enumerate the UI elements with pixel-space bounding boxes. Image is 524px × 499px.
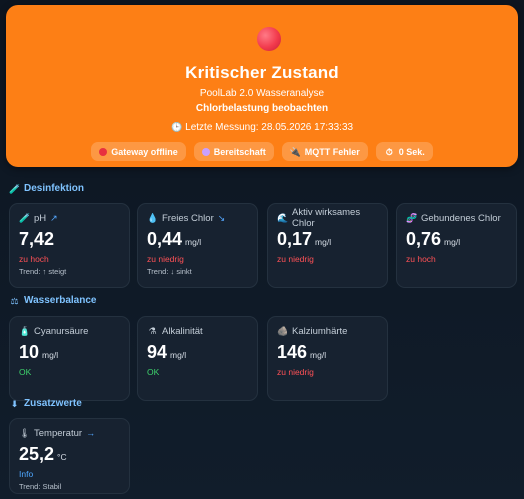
last-measurement-text: Letzte Messung: 28.05.2026 17:33:33 bbox=[185, 122, 354, 133]
card-calcium-hardness[interactable]: 🪨 Kalziumhärte 146 mg/l zu niedrig bbox=[267, 316, 388, 401]
card-temperature-trend: Trend: Stabil bbox=[19, 482, 62, 491]
card-free-chlorine[interactable]: 💧 Freies Chlor ↘ 0,44 mg/l zu niedrig Trend… bbox=[137, 203, 258, 288]
card-ph[interactable]: 🧪 pH ↗ 7,42 zu hoch Trend: ↑ steigt bbox=[9, 203, 130, 288]
card-cyanuric-state: OK bbox=[19, 367, 32, 377]
age-label: 0 Sek. bbox=[398, 146, 425, 157]
card-bound-chlorine-label: Gebundenes Chlor bbox=[421, 212, 501, 224]
card-free-chlorine-label: Freies Chlor bbox=[162, 212, 214, 224]
test-tube-icon: 🧪 bbox=[19, 213, 31, 223]
balance-icon: ⚖ bbox=[10, 295, 19, 306]
card-alkalinity-state: OK bbox=[147, 367, 160, 377]
card-free-chlorine-value: 0,44 bbox=[147, 229, 183, 249]
card-free-chlorine-unit: mg/l bbox=[185, 237, 202, 247]
status-title: Kritischer Zustand bbox=[185, 63, 339, 82]
card-alkalinity-unit: mg/l bbox=[170, 350, 187, 360]
status-subtitle: PoolLab 2.0 Wasseranalyse bbox=[199, 88, 325, 99]
card-temperature[interactable]: 🌡 Temperatur → 25,2 °C Info Trend: Stabil bbox=[9, 418, 130, 494]
card-bound-chlorine[interactable]: 🧬 Gebundenes Chlor 0,76 mg/l zu hoch bbox=[396, 203, 517, 288]
card-bound-chlorine-unit: mg/l bbox=[444, 237, 461, 247]
trend-arrow-icon: ↗ bbox=[50, 212, 58, 223]
card-active-chlorine-state: zu niedrig bbox=[277, 254, 314, 264]
card-calcium-unit: mg/l bbox=[310, 350, 327, 360]
mqtt-status-label: MQTT Fehler bbox=[304, 146, 360, 157]
card-active-chlorine-unit: mg/l bbox=[315, 237, 332, 247]
section-balance-label: Wasserbalance bbox=[24, 295, 97, 306]
card-ph-value: 7,42 bbox=[19, 229, 55, 249]
card-active-chlorine-label: Aktiv wirksames Chlor bbox=[292, 207, 361, 229]
card-cyanuric-value: 10 bbox=[19, 342, 40, 362]
status-warning: Chlorbelastung beobachten bbox=[195, 103, 329, 114]
section-extra-label: Zusatzwerte bbox=[24, 398, 82, 409]
plug-icon: 🔌 bbox=[289, 146, 301, 157]
rock-icon: 🪨 bbox=[277, 326, 289, 336]
flask-icon: ⚗ bbox=[148, 326, 157, 336]
down-arrow-icon: ⬇ bbox=[10, 398, 19, 409]
status-hero-panel: Kritischer Zustand PoolLab 2.0 Wasserana… bbox=[6, 5, 518, 167]
status-dot-icon bbox=[257, 27, 281, 51]
trend-arrow-icon: ↘ bbox=[217, 212, 226, 223]
card-bound-chlorine-value: 0,76 bbox=[406, 229, 442, 249]
mqtt-status-pill[interactable]: 🔌 MQTT Fehler bbox=[281, 142, 368, 161]
wave-icon: 🌊 bbox=[277, 213, 289, 223]
card-free-chlorine-trend: Trend: ↓ sinkt bbox=[147, 267, 192, 276]
age-pill[interactable]: ⏱ 0 Sek. bbox=[375, 142, 433, 161]
card-temperature-value: 25,2 bbox=[19, 444, 55, 464]
status-pills: Gateway offline Bereitschaft 🔌 MQTT Fehl… bbox=[6, 142, 518, 161]
card-active-chlorine-value: 0,17 bbox=[277, 229, 313, 249]
section-extra-heading: ⬇ Zusatzwerte bbox=[9, 398, 82, 409]
card-alkalinity[interactable]: ⚗ Alkalinität 94 mg/l OK bbox=[137, 316, 258, 401]
test-tube-icon: 🧪 bbox=[9, 183, 21, 194]
card-ph-label: pH bbox=[34, 212, 47, 224]
card-active-chlorine[interactable]: 🌊 Aktiv wirksames Chlor 0,17 mg/l zu niedr… bbox=[267, 203, 388, 288]
card-calcium-value: 146 bbox=[277, 342, 308, 362]
readiness-pill[interactable]: Bereitschaft bbox=[193, 142, 274, 161]
card-temperature-label: Temperatur bbox=[34, 427, 83, 439]
section-disinfection-label: Desinfektion bbox=[24, 183, 85, 194]
card-free-chlorine-state: zu niedrig bbox=[147, 254, 184, 264]
dna-icon: 🧬 bbox=[406, 213, 418, 223]
readiness-label: Bereitschaft bbox=[213, 146, 266, 157]
card-bound-chlorine-state: zu hoch bbox=[406, 254, 436, 264]
thermometer-icon: 🌡 bbox=[19, 428, 31, 438]
gateway-status-label: Gateway offline bbox=[111, 146, 178, 157]
stopwatch-icon: ⏱ bbox=[385, 146, 393, 157]
bottle-icon: 🧴 bbox=[19, 326, 31, 336]
card-cyanuric-unit: mg/l bbox=[42, 350, 59, 360]
red-dot-icon bbox=[99, 147, 108, 156]
card-calcium-label: Kalziumhärte bbox=[292, 325, 348, 337]
card-temperature-state: Info bbox=[19, 469, 34, 479]
droplet-icon: 💧 bbox=[147, 213, 159, 223]
card-cyanuric-acid[interactable]: 🧴 Cyanursäure 10 mg/l OK bbox=[9, 316, 130, 401]
card-calcium-state: zu niedrig bbox=[277, 367, 314, 377]
trend-arrow-icon: → bbox=[86, 428, 96, 438]
card-alkalinity-label: Alkalinität bbox=[162, 325, 203, 337]
gateway-status-pill[interactable]: Gateway offline bbox=[91, 142, 186, 161]
card-cyanuric-label: Cyanursäure bbox=[34, 325, 89, 337]
card-ph-trend: Trend: ↑ steigt bbox=[19, 267, 67, 276]
section-balance-heading: ⚖ Wasserbalance bbox=[9, 295, 96, 306]
section-disinfection-heading: 🧪 Desinfektion bbox=[9, 183, 84, 194]
card-ph-state: zu hoch bbox=[19, 254, 49, 264]
clock-icon: 🕒 bbox=[170, 122, 183, 132]
card-alkalinity-value: 94 bbox=[147, 342, 168, 362]
card-temperature-unit: °C bbox=[57, 452, 67, 462]
purple-dot-icon bbox=[201, 147, 210, 156]
last-measurement: 🕒 Letzte Messung: 28.05.2026 17:33:33 bbox=[6, 122, 518, 133]
